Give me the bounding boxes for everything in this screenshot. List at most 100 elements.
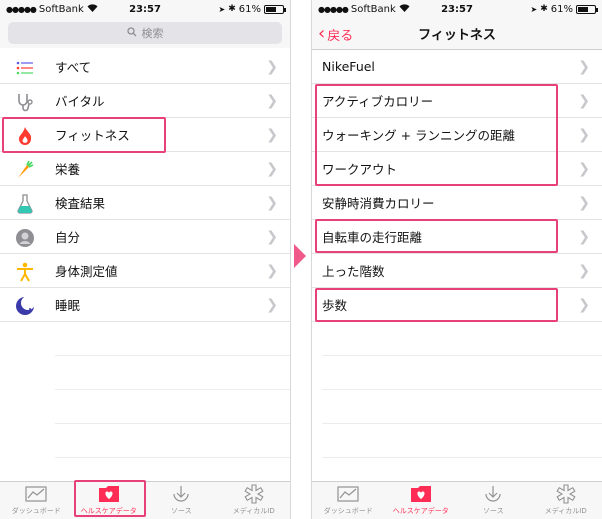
health-folder-icon [97, 484, 121, 504]
tab-medical-id[interactable]: メディカルID [531, 484, 601, 516]
empty-row [55, 424, 290, 458]
chevron-right-icon: ❯ [266, 195, 278, 211]
tab-sources[interactable]: ソース [458, 484, 528, 516]
data-type-item-workouts[interactable]: ワークアウト ❯ [312, 152, 602, 186]
data-type-label: 安静時消費カロリー [322, 196, 435, 211]
back-label: 戻る [327, 28, 354, 44]
empty-row [322, 390, 602, 424]
phone-screen-fitness: ●●●●● SoftBank 23:57 ➤ ✱ 61% ‹ 戻る フィットネス [311, 0, 602, 519]
category-label: 検査結果 [55, 196, 106, 211]
data-type-label: ワークアウト [322, 162, 398, 177]
category-item-fitness[interactable]: フィットネス ❯ [0, 118, 290, 152]
data-type-item-steps[interactable]: 歩数 ❯ [312, 288, 602, 322]
data-type-item-active-calories[interactable]: アクティブカロリー ❯ [312, 84, 602, 118]
tab-label: メディカルID [232, 507, 275, 515]
download-icon [169, 484, 193, 504]
chevron-right-icon: ❯ [266, 127, 278, 143]
category-list: すべて ❯ バイタル ❯ フィットネス ❯ 栄養 ❯ 検査結果 ❯ 自分 ❯ 身… [0, 50, 290, 458]
phone-screen-health-data: ●●●●● SoftBank 23:57 ➤ ✱ 61% 検索 すべて ❯ バイ… [0, 0, 291, 519]
chevron-right-icon: ❯ [266, 297, 278, 313]
empty-row [55, 322, 290, 356]
back-button[interactable]: ‹ 戻る [318, 18, 353, 50]
data-type-label: 歩数 [322, 298, 348, 313]
download-icon [481, 484, 505, 504]
tab-health-data[interactable]: ヘルスケアデータ [386, 484, 456, 516]
wifi-icon [399, 3, 410, 15]
category-label: 自分 [55, 230, 81, 245]
tab-label: ヘルスケアデータ [80, 507, 137, 515]
medical-id-icon [554, 484, 578, 504]
data-type-item-flights-climbed[interactable]: 上った階数 ❯ [312, 254, 602, 288]
tab-dashboard[interactable]: ダッシュボード [1, 484, 71, 516]
chevron-right-icon: ❯ [266, 59, 278, 75]
stage: ●●●●● SoftBank 23:57 ➤ ✱ 61% 検索 すべて ❯ バイ… [0, 0, 602, 519]
tab-health-data[interactable]: ヘルスケアデータ [74, 484, 144, 516]
search-bar: 検索 [0, 18, 290, 48]
flame-icon [14, 125, 36, 147]
category-label: 栄養 [55, 162, 81, 177]
category-item-body-measurements[interactable]: 身体測定値 ❯ [0, 254, 290, 288]
chevron-left-icon: ‹ [318, 23, 326, 44]
transition-arrow-icon [294, 244, 306, 268]
carrier-name: SoftBank [38, 3, 84, 15]
carrot-icon [14, 159, 36, 181]
category-item-me[interactable]: 自分 ❯ [0, 220, 290, 254]
page-title: フィットネス [418, 28, 496, 43]
data-type-label: アクティブカロリー [322, 94, 434, 109]
bluetooth-icon: ✱ [228, 4, 236, 14]
tab-sources[interactable]: ソース [146, 484, 216, 516]
data-type-label: ウォーキング + ランニングの距離 [322, 128, 516, 143]
navigation-bar: ‹ 戻る フィットネス [312, 18, 602, 50]
empty-row [322, 424, 602, 458]
search-icon [126, 26, 137, 40]
tab-label: ヘルスケアデータ [392, 507, 449, 515]
data-type-label: NikeFuel [322, 59, 375, 74]
empty-row [322, 322, 602, 356]
category-label: バイタル [55, 94, 105, 109]
tab-label: ソース [482, 507, 504, 515]
list-icon [14, 57, 36, 79]
dashboard-chart-icon [336, 484, 360, 504]
empty-row [322, 356, 602, 390]
dashboard-chart-icon [24, 484, 48, 504]
search-input[interactable]: 検索 [8, 22, 282, 44]
battery-icon [264, 4, 286, 14]
flask-icon [14, 193, 36, 215]
tab-label: メディカルID [544, 507, 587, 515]
category-label: 身体測定値 [55, 264, 118, 279]
data-type-item-resting-calories[interactable]: 安静時消費カロリー ❯ [312, 186, 602, 220]
person-silhouette-icon [14, 227, 36, 249]
empty-row [55, 356, 290, 390]
chevron-right-icon: ❯ [578, 297, 590, 313]
tab-label: ダッシュボード [11, 507, 61, 515]
location-icon: ➤ [530, 4, 538, 14]
data-type-item-nikefuel[interactable]: NikeFuel ❯ [312, 50, 602, 84]
category-item-lab-results[interactable]: 検査結果 ❯ [0, 186, 290, 220]
category-label: フィットネス [55, 128, 130, 143]
chevron-right-icon: ❯ [266, 229, 278, 245]
status-bar: ●●●●● SoftBank 23:57 ➤ ✱ 61% [0, 0, 290, 18]
category-item-vitals[interactable]: バイタル ❯ [0, 84, 290, 118]
fitness-type-list: NikeFuel ❯ アクティブカロリー ❯ ウォーキング + ランニングの距離… [312, 50, 602, 458]
health-folder-icon [409, 484, 433, 504]
data-type-item-cycling-distance[interactable]: 自転車の走行距離 ❯ [312, 220, 602, 254]
category-item-all[interactable]: すべて ❯ [0, 50, 290, 84]
category-item-nutrition[interactable]: 栄養 ❯ [0, 152, 290, 186]
tab-medical-id[interactable]: メディカルID [219, 484, 289, 516]
medical-id-icon [242, 484, 266, 504]
search-placeholder: 検索 [141, 27, 164, 40]
data-type-label: 自転車の走行距離 [322, 230, 423, 245]
carrier-name: SoftBank [350, 3, 396, 15]
tab-dashboard[interactable]: ダッシュボード [313, 484, 383, 516]
category-item-sleep[interactable]: 睡眠 ❯ [0, 288, 290, 322]
battery-percent: 61% [550, 3, 573, 15]
bluetooth-icon: ✱ [540, 4, 548, 14]
body-measurement-icon [14, 261, 36, 283]
moon-icon [14, 295, 36, 317]
chevron-right-icon: ❯ [578, 161, 590, 177]
location-icon: ➤ [218, 4, 226, 14]
data-type-item-walking-running-distance[interactable]: ウォーキング + ランニングの距離 ❯ [312, 118, 602, 152]
tab-label: ダッシュボード [323, 507, 373, 515]
tab-bar: ダッシュボード ヘルスケアデータ ソース メディカルID [312, 481, 602, 519]
chevron-right-icon: ❯ [578, 59, 590, 75]
